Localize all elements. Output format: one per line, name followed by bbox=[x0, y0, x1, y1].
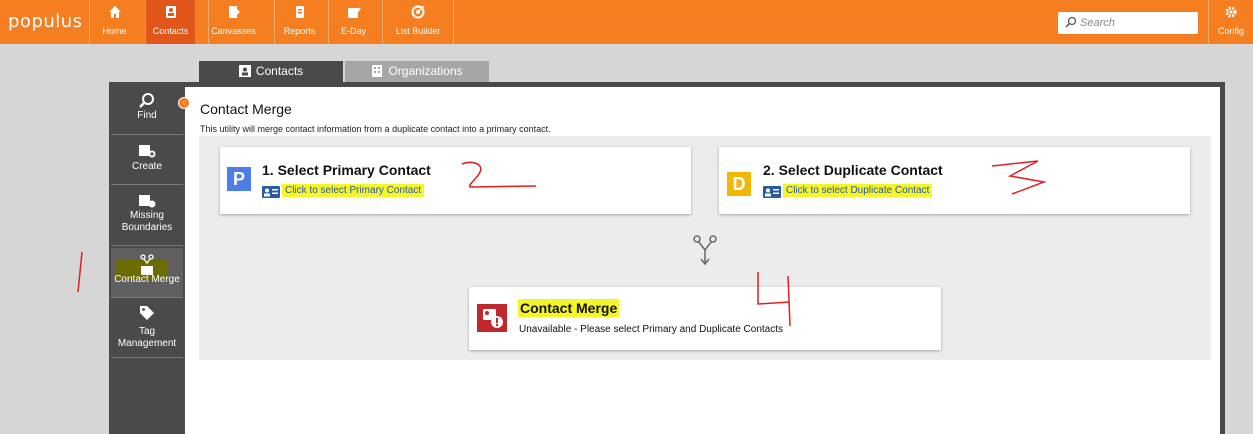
app-logo[interactable]: populus bbox=[8, 11, 83, 32]
merge-card-title-text: Contact Merge bbox=[518, 299, 620, 317]
target-icon bbox=[383, 0, 453, 26]
calendar-check-icon bbox=[329, 0, 378, 26]
contact-alert-icon bbox=[139, 195, 156, 208]
search-icon bbox=[1065, 16, 1077, 28]
sidebar-item-label: Create bbox=[131, 161, 162, 172]
duplicate-badge: D bbox=[727, 172, 751, 196]
nav-config[interactable]: Config bbox=[1208, 0, 1253, 44]
nav-canvasses[interactable]: Canvasses bbox=[208, 0, 258, 44]
sidebar-item-label: Find bbox=[137, 110, 157, 121]
nav-canvasses-label: Canvasses bbox=[211, 26, 256, 36]
nav-eday-label: E-Day bbox=[340, 26, 366, 36]
contact-card-icon bbox=[763, 186, 781, 198]
sidebar-item-missing-boundaries[interactable]: Missing Boundaries bbox=[111, 188, 183, 246]
sidebar-item-contact-merge[interactable]: Contact Merge bbox=[111, 248, 183, 298]
tab-contacts[interactable]: Contacts bbox=[199, 61, 343, 82]
top-nav-bar: populus Home Contacts Canvasses Reports … bbox=[0, 0, 1253, 44]
home-icon bbox=[90, 0, 139, 26]
select-duplicate-link-text: Click to select Duplicate Contact bbox=[783, 184, 933, 197]
nav-home[interactable]: Home bbox=[89, 0, 139, 44]
building-icon bbox=[372, 65, 383, 77]
report-icon bbox=[275, 0, 324, 26]
sidebar-item-create[interactable]: Create bbox=[111, 138, 183, 185]
add-contact-icon bbox=[139, 145, 156, 158]
primary-card-title: 1. Select Primary Contact bbox=[262, 162, 431, 178]
merge-arrow-icon bbox=[693, 235, 717, 266]
select-primary-card[interactable]: P 1. Select Primary Contact Click to sel… bbox=[220, 147, 691, 214]
nav-config-label: Config bbox=[1217, 26, 1244, 36]
contact-card-icon bbox=[262, 186, 280, 198]
merge-unavailable-icon bbox=[477, 304, 507, 332]
nav-reports-label: Reports bbox=[283, 26, 316, 36]
collapse-sidebar-button[interactable]: ‹ bbox=[178, 97, 190, 109]
page-description: This utility will merge contact informat… bbox=[200, 124, 551, 134]
gear-icon bbox=[1209, 0, 1253, 26]
nav-reports[interactable]: Reports bbox=[274, 0, 324, 44]
nav-eday[interactable]: E-Day bbox=[328, 0, 378, 44]
primary-badge: P bbox=[227, 167, 251, 191]
select-duplicate-card[interactable]: D 2. Select Duplicate Contact Click to s… bbox=[719, 147, 1190, 214]
tab-organizations-label: Organizations bbox=[388, 64, 463, 78]
annotation-number-3 bbox=[991, 160, 1047, 195]
sidebar-item-find[interactable]: Find bbox=[111, 88, 183, 135]
select-duplicate-link[interactable]: Click to select Duplicate Contact bbox=[783, 184, 933, 197]
page-title: Contact Merge bbox=[200, 101, 292, 117]
sidebar-item-label: Contact Merge bbox=[114, 274, 180, 285]
nav-list-builder-label: List Builder bbox=[395, 26, 441, 36]
contact-card-icon bbox=[146, 0, 195, 26]
select-primary-link-text: Click to select Primary Contact bbox=[282, 184, 425, 197]
nav-contacts-label: Contacts bbox=[152, 26, 189, 36]
search-icon bbox=[139, 93, 154, 108]
annotation-number-4 bbox=[757, 272, 791, 327]
annotation-number-2 bbox=[461, 161, 537, 188]
canvass-icon bbox=[209, 0, 258, 26]
sidebar-item-label: Tag Management bbox=[117, 326, 177, 349]
merge-status-text: Unavailable - Please select Primary and … bbox=[519, 324, 784, 335]
nav-list-builder[interactable]: List Builder bbox=[382, 0, 454, 44]
merge-icon bbox=[140, 254, 154, 275]
search-placeholder: Search bbox=[1080, 17, 1115, 29]
tag-icon bbox=[140, 306, 154, 320]
nav-contacts[interactable]: Contacts bbox=[145, 0, 195, 44]
chevron-left-icon: ‹ bbox=[182, 98, 186, 107]
sidebar-item-tag-management[interactable]: Tag Management bbox=[111, 300, 183, 358]
merge-card-title: Contact Merge bbox=[518, 299, 620, 317]
nav-home-label: Home bbox=[102, 26, 127, 36]
contact-card-icon bbox=[238, 65, 251, 77]
tab-organizations[interactable]: Organizations bbox=[345, 61, 489, 82]
tab-contacts-label: Contacts bbox=[255, 64, 304, 78]
duplicate-card-title: 2. Select Duplicate Contact bbox=[763, 162, 943, 178]
annotation-number-1 bbox=[77, 251, 83, 293]
sidebar-item-label: Missing Boundaries bbox=[121, 210, 173, 233]
select-primary-link[interactable]: Click to select Primary Contact bbox=[282, 184, 425, 197]
contact-merge-card[interactable]: Contact Merge Unavailable - Please selec… bbox=[469, 287, 941, 350]
search-input[interactable]: Search bbox=[1058, 12, 1198, 34]
